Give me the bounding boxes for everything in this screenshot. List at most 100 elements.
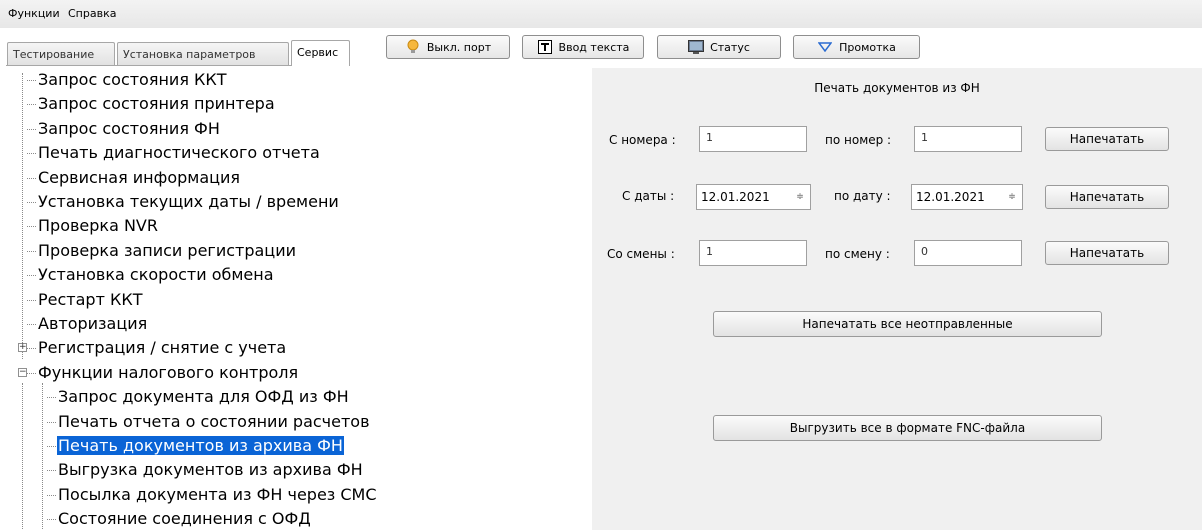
panel-title: Печать документов из ФН: [814, 81, 980, 95]
tree-item[interactable]: Печать отчета о состоянии расчетов: [57, 410, 371, 434]
tree-item-selected[interactable]: Печать документов из архива ФН: [57, 434, 344, 458]
tree-item-label: Печать диагностического отчета: [38, 143, 320, 163]
up-down-arrows-icon[interactable]: ≑: [790, 185, 810, 209]
tab-service[interactable]: Сервис: [291, 40, 350, 66]
tree-guide: [22, 383, 23, 530]
tree-item-label: Состояние соединения с ОФД: [58, 509, 311, 529]
tree-item[interactable]: Печать диагностического отчета: [37, 141, 321, 165]
from-number-input[interactable]: 1: [699, 126, 807, 152]
tree-connector: [47, 470, 56, 472]
feed-label: Промотка: [839, 40, 896, 54]
tree-item[interactable]: Регистрация / снятие с учета: [37, 336, 287, 360]
tree-item-label: Печать документов из архива ФН: [57, 436, 344, 455]
tree-item-label: Сервисная информация: [38, 167, 241, 187]
export-fnc-button[interactable]: Выгрузить все в формате FNC-файла: [713, 415, 1102, 441]
tree-item[interactable]: Установка текущих даты / времени: [37, 190, 340, 214]
tree-item[interactable]: Выгрузка документов из архива ФН: [57, 458, 364, 482]
from-date-value: 12.01.2021: [701, 190, 770, 204]
menu-bar: Функции Справка: [0, 0, 1202, 28]
print-all-unsent-button[interactable]: Напечатать все неотправленные: [713, 311, 1102, 337]
tree-item-label: Функции налогового контроля: [38, 362, 299, 382]
to-date-label: по дату :: [834, 189, 891, 203]
from-shift-label: Со смены :: [607, 247, 675, 261]
tree-connector: [47, 446, 56, 447]
tree-item-label: Авторизация: [38, 314, 148, 333]
from-date-spinbox[interactable]: 12.01.2021 ≑: [696, 184, 811, 210]
tree-item-label: Выгрузка документов из архива ФН: [58, 460, 363, 480]
menu-functions[interactable]: Функции: [8, 7, 60, 20]
tree-guide: [22, 73, 23, 359]
menu-help[interactable]: Справка: [68, 7, 116, 20]
lightbulb-icon: [405, 39, 421, 55]
tree-connector: [27, 372, 36, 374]
tree-item-label: Запрос состояния ККТ: [38, 70, 227, 89]
to-date-spinbox[interactable]: 12.01.2021 ≑: [911, 184, 1023, 210]
tree-connector: [27, 153, 36, 155]
tree-connector: [47, 519, 56, 521]
port-off-label: Выкл. порт: [426, 40, 492, 54]
collapse-icon[interactable]: −: [18, 367, 27, 377]
tree-item-label: Посылка документа из ФН через СМС: [58, 484, 377, 504]
tree-item-label: Проверка записи регистрации: [38, 240, 296, 260]
tree-connector: [27, 177, 36, 179]
tab-testing[interactable]: Тестирование: [7, 42, 115, 65]
service-tree: Запрос состояния ККТ Запрос состояния при…: [0, 68, 592, 530]
tree-item[interactable]: Функции налогового контроля: [37, 361, 299, 385]
tree-item-label: Запрос состояния принтера: [38, 94, 275, 114]
tree-item-label: Установка скорости обмена: [38, 265, 274, 285]
to-shift-input[interactable]: 0: [914, 240, 1022, 266]
monitor-icon: [688, 39, 705, 55]
tree-item[interactable]: Запрос состояния ККТ: [37, 68, 228, 92]
tree-item[interactable]: Установка скорости обмена: [37, 263, 275, 287]
tree-connector: [47, 397, 56, 399]
print-documents-panel: Печать документов из ФН С номера : 1 по …: [592, 68, 1202, 530]
tree-item[interactable]: Запрос документа для ОФД из ФН: [57, 385, 350, 409]
tree-connector: [27, 202, 36, 203]
tree-guide: [42, 383, 43, 530]
status-label: Статус: [710, 40, 750, 54]
expand-icon[interactable]: +: [18, 343, 27, 353]
to-date-value: 12.01.2021: [916, 190, 985, 204]
tree-connector: [27, 226, 36, 228]
tree-connector: [27, 299, 36, 301]
tree-item[interactable]: Рестарт ККТ: [37, 288, 143, 312]
tree-item-label: Печать отчета о состоянии расчетов: [58, 411, 370, 431]
tab-parameters[interactable]: Установка параметров: [117, 42, 289, 65]
tree-item[interactable]: Сервисная информация: [37, 166, 241, 190]
from-number-label: С номера :: [609, 133, 676, 147]
print-by-shift-button[interactable]: Напечатать: [1045, 241, 1169, 265]
up-down-arrows-icon[interactable]: ≑: [1002, 185, 1022, 209]
tree-item-label: Установка текущих даты / времени: [38, 192, 339, 211]
port-off-button[interactable]: Выкл. порт: [386, 35, 510, 59]
tree-item[interactable]: Состояние соединения с ОФД: [57, 507, 312, 530]
to-number-label: по номер :: [825, 133, 892, 147]
print-by-date-button[interactable]: Напечатать: [1045, 185, 1169, 209]
triangle-down-icon: [817, 39, 833, 55]
tree-item[interactable]: Проверка NVR: [37, 214, 159, 238]
tree-item[interactable]: Запрос состояния ФН: [37, 117, 221, 141]
to-number-input[interactable]: 1: [914, 126, 1022, 152]
tree-item[interactable]: Проверка записи регистрации: [37, 239, 297, 263]
tree-item-label: Проверка NVR: [38, 216, 158, 236]
tree-connector: [47, 494, 56, 496]
tree-item[interactable]: Запрос состояния принтера: [37, 92, 276, 116]
tree-connector: [27, 104, 36, 106]
tree-connector: [27, 348, 36, 350]
tree-connector: [27, 80, 36, 81]
tree-connector: [27, 324, 36, 325]
tree-item[interactable]: Посылка документа из ФН через СМС: [57, 483, 378, 507]
tree-item-label: Запрос состояния ФН: [38, 118, 220, 138]
status-button[interactable]: Статус: [657, 35, 781, 59]
tree-connector: [47, 421, 56, 423]
to-shift-label: по смену :: [825, 247, 890, 261]
tree-item-label: Запрос документа для ОФД из ФН: [58, 387, 349, 407]
tree-item[interactable]: Авторизация: [37, 312, 148, 336]
tree-item-label: Регистрация / снятие с учета: [38, 338, 287, 358]
tree-connector: [27, 250, 36, 252]
from-shift-input[interactable]: 1: [699, 240, 807, 266]
text-input-label: Ввод текста: [558, 40, 630, 54]
text-input-button[interactable]: Ввод текста: [522, 35, 644, 59]
tree-item-label: Рестарт ККТ: [38, 289, 143, 309]
print-by-number-button[interactable]: Напечатать: [1045, 127, 1169, 151]
feed-button[interactable]: Промотка: [793, 35, 920, 59]
